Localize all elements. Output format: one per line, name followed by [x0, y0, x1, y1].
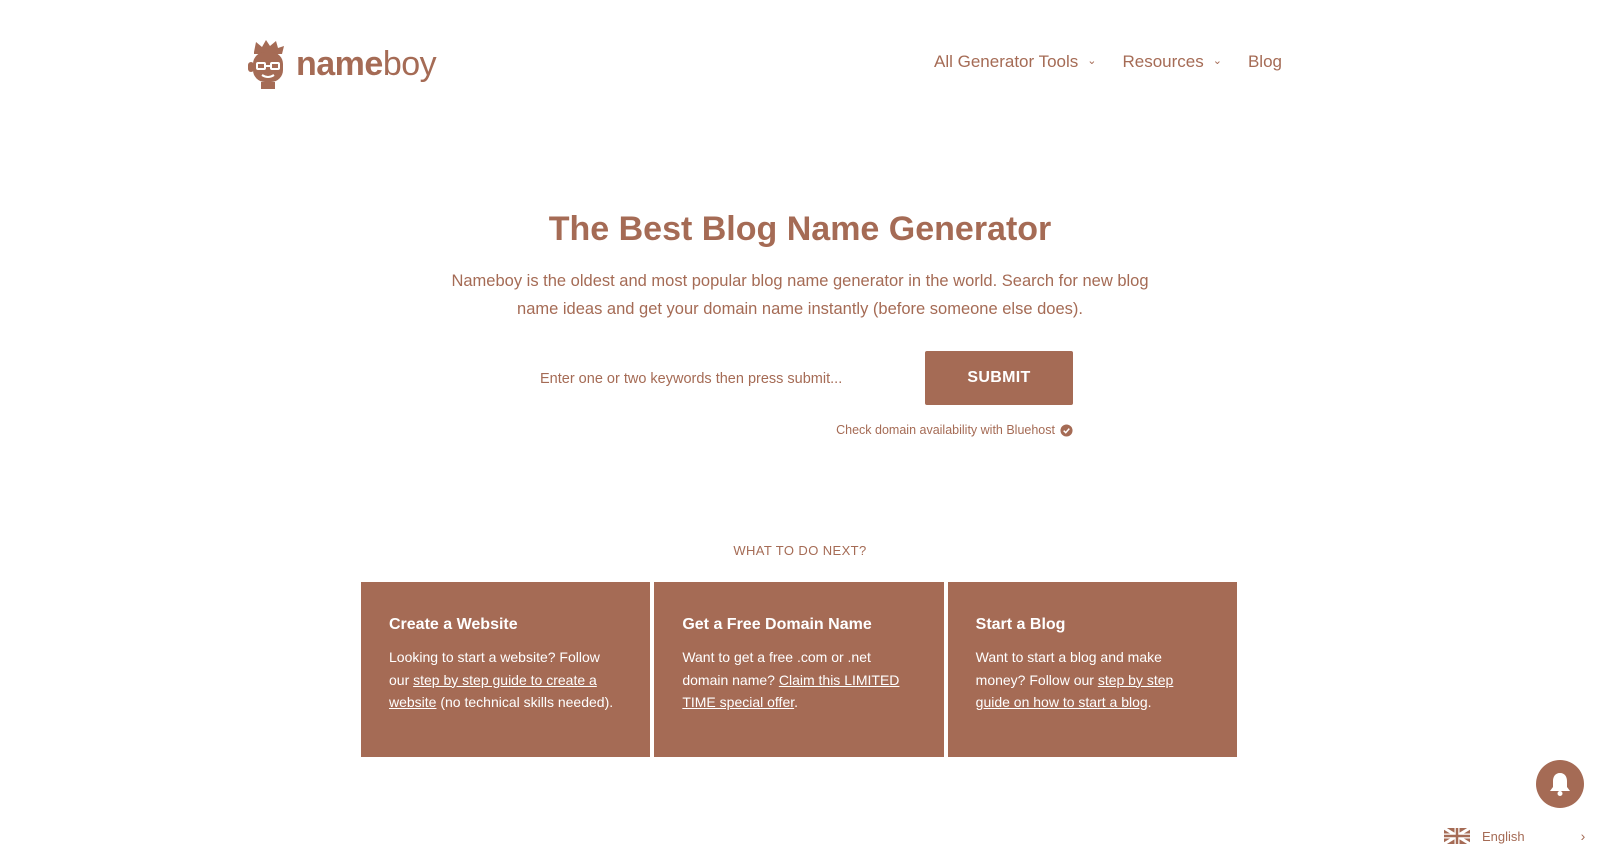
- main-nav: All Generator Tools ⌄ Resources ⌄ Blog: [908, 50, 1282, 74]
- nameboy-logo-icon: [248, 40, 284, 89]
- domain-availability-text: Check domain availability with Bluehost: [836, 423, 1055, 437]
- card-text: Looking to start a website? Follow our s…: [389, 646, 622, 714]
- card-text-after: (no technical skills needed).: [436, 694, 614, 710]
- next-steps-cards: Create a Website Looking to start a webs…: [361, 582, 1237, 757]
- hero-section: The Best Blog Name Generator Nameboy is …: [0, 205, 1600, 323]
- nav-item-label: Blog: [1247, 52, 1282, 71]
- logo-wordmark: nameboy: [296, 45, 437, 83]
- chevron-down-icon: ⌄: [1087, 55, 1097, 67]
- site-header: nameboy All Generator Tools ⌄ Resources …: [0, 0, 1600, 125]
- logo-wordmark-bold: name: [296, 45, 383, 83]
- language-switcher[interactable]: English ›: [1444, 826, 1585, 846]
- nav-item-blog[interactable]: Blog: [1248, 50, 1282, 74]
- card-text: Want to start a blog and make money? Fol…: [976, 646, 1209, 714]
- bell-icon: [1550, 773, 1570, 796]
- language-label: English: [1482, 828, 1525, 844]
- chevron-right-icon: ›: [1580, 828, 1586, 844]
- card-text-after: .: [1147, 694, 1152, 710]
- nav-item-all-generator-tools[interactable]: All Generator Tools ⌄: [934, 50, 1096, 74]
- card-create-website: Create a Website Looking to start a webs…: [361, 582, 651, 757]
- uk-flag-icon: [1444, 828, 1470, 844]
- page-title: The Best Blog Name Generator: [548, 210, 1052, 248]
- card-text: Want to get a free .com or .net domain n…: [682, 646, 915, 714]
- search-form: SUBMIT: [528, 351, 1073, 407]
- card-free-domain: Get a Free Domain Name Want to get a fre…: [654, 582, 944, 757]
- nav-item-resources[interactable]: Resources ⌄: [1122, 50, 1221, 74]
- nav-item-label: Resources: [1122, 52, 1204, 71]
- notification-bell-button[interactable]: [1536, 760, 1584, 808]
- keyword-search-input[interactable]: [528, 351, 908, 407]
- nav-item-label: All Generator Tools: [934, 52, 1079, 71]
- chevron-down-icon: ⌄: [1212, 55, 1222, 67]
- domain-availability-note: Check domain availability with Bluehost: [0, 423, 1073, 437]
- card-title: Get a Free Domain Name: [682, 616, 872, 633]
- hero-subtitle: Nameboy is the oldest and most popular b…: [451, 272, 1149, 318]
- site-logo[interactable]: nameboy: [246, 38, 437, 90]
- card-start-blog: Start a Blog Want to start a blog and ma…: [947, 582, 1237, 757]
- card-title: Create a Website: [389, 616, 518, 633]
- what-next-heading: WHAT TO DO NEXT?: [733, 543, 867, 558]
- card-text-after: .: [794, 694, 799, 710]
- check-circle-icon: [1060, 423, 1073, 437]
- logo-wordmark-regular: boy: [382, 45, 437, 83]
- submit-button[interactable]: SUBMIT: [925, 351, 1073, 405]
- card-title: Start a Blog: [975, 616, 1066, 633]
